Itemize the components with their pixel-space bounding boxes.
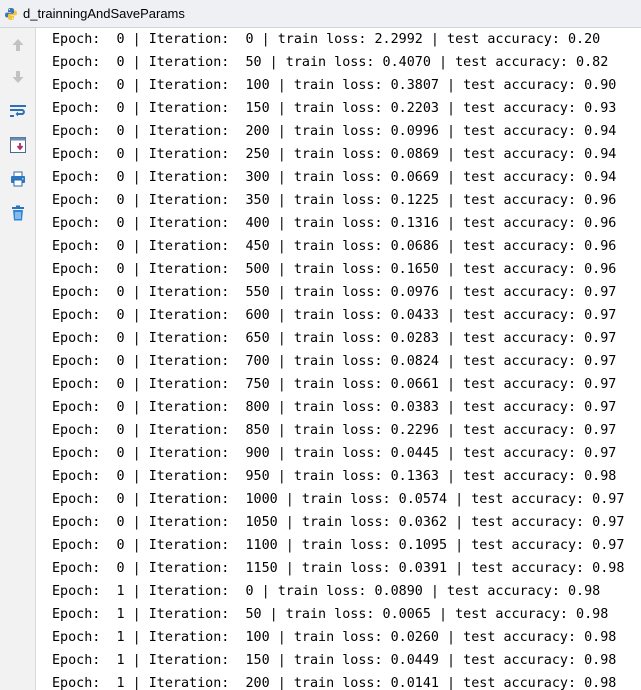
console-line: Epoch: 1 | Iteration: 50 | train loss: 0… bbox=[52, 607, 609, 622]
console-line: Epoch: 0 | Iteration: 800 | train loss: … bbox=[52, 400, 617, 415]
window-title: d_trainningAndSaveParams bbox=[23, 6, 185, 21]
console-line: Epoch: 0 | Iteration: 600 | train loss: … bbox=[52, 308, 617, 323]
console-line: Epoch: 0 | Iteration: 400 | train loss: … bbox=[52, 216, 617, 231]
console-line: Epoch: 0 | Iteration: 1100 | train loss:… bbox=[52, 538, 625, 553]
print-icon bbox=[11, 171, 25, 187]
clear-all-icon bbox=[12, 205, 24, 221]
console-line: Epoch: 0 | Iteration: 650 | train loss: … bbox=[52, 331, 617, 346]
soft-wrap-button[interactable] bbox=[7, 100, 29, 122]
console-output[interactable]: Epoch: 0 | Iteration: 0 | train loss: 2.… bbox=[36, 28, 641, 690]
console-line: Epoch: 0 | Iteration: 1150 | train loss:… bbox=[52, 561, 625, 576]
console-line: Epoch: 0 | Iteration: 250 | train loss: … bbox=[52, 147, 617, 162]
console-line: Epoch: 0 | Iteration: 950 | train loss: … bbox=[52, 469, 617, 484]
console-toolbar bbox=[0, 28, 36, 690]
console-line: Epoch: 1 | Iteration: 150 | train loss: … bbox=[52, 653, 617, 668]
title-bar: d_trainningAndSaveParams bbox=[0, 0, 641, 28]
scroll-down-button[interactable] bbox=[7, 66, 29, 88]
scroll-to-end-icon bbox=[10, 137, 26, 153]
console-line: Epoch: 0 | Iteration: 700 | train loss: … bbox=[52, 354, 617, 369]
scroll-down-icon bbox=[12, 71, 24, 83]
console-line: Epoch: 0 | Iteration: 450 | train loss: … bbox=[52, 239, 617, 254]
soft-wrap-icon bbox=[10, 105, 26, 117]
console-line: Epoch: 1 | Iteration: 100 | train loss: … bbox=[52, 630, 617, 645]
console-line: Epoch: 0 | Iteration: 500 | train loss: … bbox=[52, 262, 617, 277]
console-line: Epoch: 0 | Iteration: 550 | train loss: … bbox=[52, 285, 617, 300]
console-line: Epoch: 1 | Iteration: 200 | train loss: … bbox=[52, 676, 617, 690]
console-line: Epoch: 0 | Iteration: 900 | train loss: … bbox=[52, 446, 617, 461]
clear-all-button[interactable] bbox=[7, 202, 29, 224]
print-button[interactable] bbox=[7, 168, 29, 190]
console-line: Epoch: 0 | Iteration: 200 | train loss: … bbox=[52, 124, 617, 139]
console-line: Epoch: 0 | Iteration: 150 | train loss: … bbox=[52, 101, 617, 116]
console-line: Epoch: 0 | Iteration: 850 | train loss: … bbox=[52, 423, 617, 438]
scroll-up-button[interactable] bbox=[7, 34, 29, 56]
python-icon bbox=[2, 5, 20, 23]
console-line: Epoch: 1 | Iteration: 0 | train loss: 0.… bbox=[52, 584, 601, 599]
console-line: Epoch: 0 | Iteration: 1000 | train loss:… bbox=[52, 492, 625, 507]
console-line: Epoch: 0 | Iteration: 750 | train loss: … bbox=[52, 377, 617, 392]
console-line: Epoch: 0 | Iteration: 1050 | train loss:… bbox=[52, 515, 625, 530]
console-line: Epoch: 0 | Iteration: 0 | train loss: 2.… bbox=[52, 32, 601, 47]
scroll-up-icon bbox=[12, 39, 24, 51]
console-line: Epoch: 0 | Iteration: 350 | train loss: … bbox=[52, 193, 617, 208]
console-line: Epoch: 0 | Iteration: 300 | train loss: … bbox=[52, 170, 617, 185]
console-line: Epoch: 0 | Iteration: 50 | train loss: 0… bbox=[52, 55, 609, 70]
scroll-to-end-button[interactable] bbox=[7, 134, 29, 156]
console-line: Epoch: 0 | Iteration: 100 | train loss: … bbox=[52, 78, 617, 93]
